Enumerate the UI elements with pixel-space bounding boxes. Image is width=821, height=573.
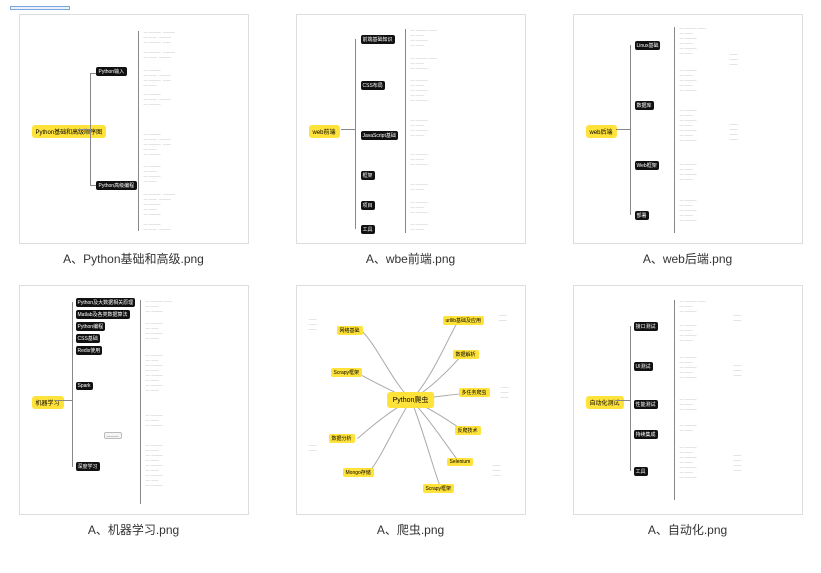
mindmap-node: 部署 [635, 211, 649, 220]
selection-rectangle [10, 6, 70, 10]
mindmap-node: 持续集成 [634, 430, 658, 439]
mindmap-node: urllib基础及应用 [443, 316, 485, 325]
mindmap-node: Python输入 [96, 67, 128, 76]
mindmap-node: Python及大数据相关原理 [76, 298, 136, 307]
file-item[interactable]: web后端 Linux基础 数据库 Web框架 部署 — ——— —— — ——… [564, 14, 811, 267]
mindmap-node: 项目 [361, 201, 375, 210]
mindmap-node: Selenium [447, 458, 474, 466]
mindmap-node: Web框架 [635, 161, 659, 170]
mindmap-node: 多任务爬虫 [459, 388, 490, 397]
mindmap-node: 工具 [361, 225, 375, 234]
mindmap-root: Python爬虫 [387, 392, 435, 408]
file-label[interactable]: A、自动化.png [648, 521, 727, 538]
mindmap-node: 数据分析 [329, 434, 355, 443]
file-item[interactable]: web前端 前端基础知识 CSS布局 JavaScript基础 框架 项目 工具… [287, 14, 534, 267]
mindmap-root: web前端 [309, 125, 340, 138]
mindmap-root: 自动化测试 [586, 396, 624, 409]
mindmap-node: 数据库 [635, 101, 654, 110]
mindmap-node: Spark [76, 382, 93, 390]
thumbnail-preview: 自动化测试 接口测试 UI测试 性能测试 持续集成 工具 — ——— —— — … [573, 285, 803, 515]
thumbnail-preview: Python爬虫 网络基础 Scrapy框架 数据分析 Mongo存储 urll… [296, 285, 526, 515]
mindmap-node: Mongo存储 [343, 468, 374, 477]
file-item[interactable]: 机器学习 Python及大数据相关原理 Matlab及各类数据算法 Python… [10, 285, 257, 538]
file-browser-area: Python基础和高级顺序图 Python输入 Python高级编程 — ———… [0, 0, 821, 548]
mindmap-node: Redis使用 [76, 346, 103, 355]
mindmap-node: 反爬技术 [455, 426, 481, 435]
mindmap-node: 网络基础 [337, 326, 363, 335]
mindmap-root: 机器学习 [32, 396, 64, 409]
file-label[interactable]: A、爬虫.png [377, 521, 444, 538]
file-item[interactable]: 自动化测试 接口测试 UI测试 性能测试 持续集成 工具 — ——— —— — … [564, 285, 811, 538]
mindmap-node: Scrapy框架 [423, 484, 455, 493]
file-label[interactable]: A、web后端.png [643, 250, 732, 267]
thumbnail-preview: Python基础和高级顺序图 Python输入 Python高级编程 — ———… [19, 14, 249, 244]
mindmap-root: Python基础和高级顺序图 [32, 125, 107, 138]
mindmap-node: Python编程 [76, 322, 106, 331]
mindmap-node: UI测试 [634, 362, 653, 371]
thumbnail-preview: web后端 Linux基础 数据库 Web框架 部署 — ——— —— — ——… [573, 14, 803, 244]
mindmap-node: CSS布局 [361, 81, 385, 90]
mindmap-node: 性能测试 [634, 400, 658, 409]
mindmap-node: CSS基础 [76, 334, 100, 343]
mindmap-root: web后端 [586, 125, 617, 138]
thumbnail-preview: 机器学习 Python及大数据相关原理 Matlab及各类数据算法 Python… [19, 285, 249, 515]
thumbnail-grid: Python基础和高级顺序图 Python输入 Python高级编程 — ———… [10, 14, 811, 538]
mindmap-node: 接口测试 [634, 322, 658, 331]
thumbnail-preview: web前端 前端基础知识 CSS布局 JavaScript基础 框架 项目 工具… [296, 14, 526, 244]
mindmap-node: Matlab及各类数据算法 [76, 310, 130, 319]
mindmap-node: 工具 [634, 467, 648, 476]
mindmap-node: Linux基础 [635, 41, 661, 50]
file-label[interactable]: A、wbe前端.png [366, 250, 455, 267]
mindmap-node: 框架 [361, 171, 375, 180]
file-item[interactable]: Python爬虫 网络基础 Scrapy框架 数据分析 Mongo存储 urll… [287, 285, 534, 538]
file-label[interactable]: A、Python基础和高级.png [63, 250, 204, 267]
mindmap-node: Python高级编程 [96, 181, 138, 190]
mindmap-node: Scrapy框架 [331, 368, 363, 377]
file-label[interactable]: A、机器学习.png [88, 521, 179, 538]
file-item[interactable]: Python基础和高级顺序图 Python输入 Python高级编程 — ———… [10, 14, 257, 267]
mindmap-node: 前端基础知识 [361, 35, 395, 44]
mindmap-node: 数据解析 [453, 350, 479, 359]
mindmap-node: 深度学习 [76, 462, 100, 471]
mindmap-node: JavaScript基础 [361, 131, 398, 140]
